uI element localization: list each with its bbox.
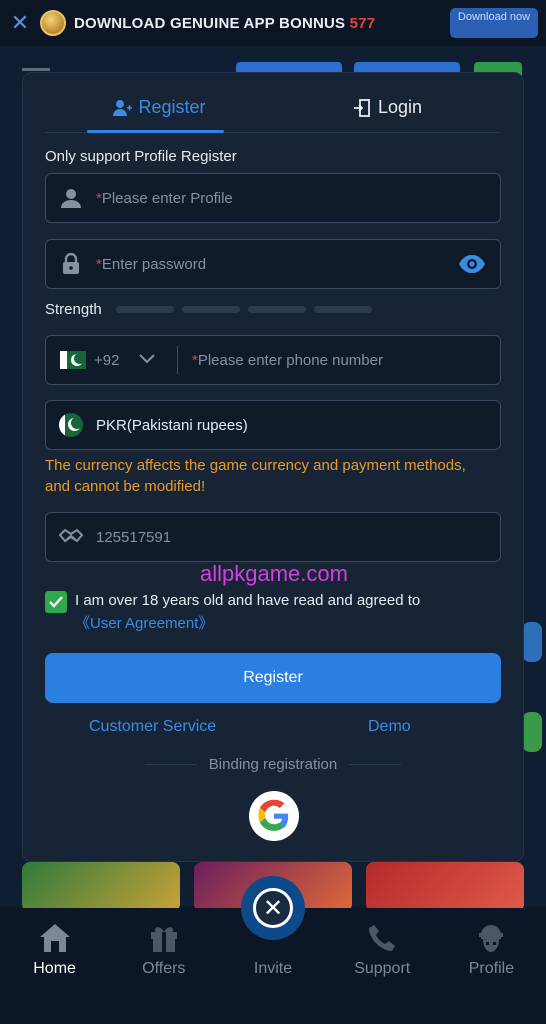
tab-register-label: Register bbox=[138, 97, 206, 117]
register-button[interactable]: Register bbox=[45, 653, 501, 703]
referral-code-value: 125517591 bbox=[96, 528, 172, 546]
currency-select[interactable]: PKR(Pakistani rupees) bbox=[45, 400, 501, 450]
customer-service-link[interactable]: Customer Service bbox=[89, 718, 216, 736]
agreement-row: I am over 18 years old and have read and… bbox=[45, 589, 420, 635]
phone-input[interactable]: *Please enter phone number bbox=[192, 352, 383, 369]
country-code-select[interactable]: +92 bbox=[46, 346, 178, 374]
nav-item-offers[interactable]: Offers bbox=[109, 908, 218, 1024]
currency-warning: The currency affects the game currency a… bbox=[45, 457, 466, 495]
strength-bar bbox=[181, 306, 240, 313]
demo-link[interactable]: Demo bbox=[368, 718, 411, 736]
handshake-icon bbox=[46, 528, 96, 546]
nav-label: Profile bbox=[468, 960, 515, 977]
profile-placeholder-text: Please enter Profile bbox=[101, 189, 233, 207]
close-icon[interactable]: ✕ bbox=[0, 0, 40, 46]
tab-login-label: Login bbox=[377, 97, 423, 117]
login-door-icon bbox=[352, 98, 372, 118]
binding-registration-divider: Binding registration bbox=[133, 756, 413, 773]
game-tile bbox=[366, 862, 524, 912]
binding-registration-label: Binding registration bbox=[208, 756, 338, 773]
watermark-text: allpkgame.com bbox=[200, 561, 348, 586]
password-strength: Strength bbox=[45, 301, 380, 318]
agreement-statement: I am over 18 years old and have read and… bbox=[75, 592, 421, 609]
side-decoration bbox=[522, 622, 542, 662]
profile-icon bbox=[475, 920, 507, 956]
nav-label: Support bbox=[354, 960, 411, 977]
nav-label: Offers bbox=[142, 960, 186, 977]
menu-icon bbox=[22, 68, 50, 71]
profile-placeholder: *Please enter Profile bbox=[96, 190, 233, 207]
register-modal: Register Login Only support Profile Regi… bbox=[22, 72, 524, 862]
pakistan-flag-icon bbox=[60, 351, 86, 369]
password-input[interactable]: *Enter password bbox=[45, 239, 501, 289]
close-icon: ✕ bbox=[253, 888, 293, 928]
strength-bar bbox=[313, 306, 372, 313]
nav-label: Invite bbox=[253, 960, 293, 977]
agreement-checkbox[interactable] bbox=[45, 591, 67, 613]
tab-login[interactable]: Login bbox=[273, 83, 501, 132]
game-tile bbox=[22, 862, 180, 912]
phone-icon bbox=[366, 920, 398, 956]
support-text: Only support Profile Register bbox=[45, 148, 237, 165]
strength-bar bbox=[115, 306, 174, 313]
coin-logo-icon bbox=[40, 10, 66, 36]
chevron-down-icon bbox=[139, 351, 156, 369]
check-icon bbox=[49, 596, 63, 608]
user-icon bbox=[46, 187, 96, 209]
nav-item-support[interactable]: Support bbox=[328, 908, 437, 1024]
strength-bar bbox=[247, 306, 306, 313]
phone-placeholder-text: Please enter phone number bbox=[197, 351, 383, 369]
download-banner: ✕ DOWNLOAD GENUINE APP BONNUS 577 Downlo… bbox=[0, 0, 546, 46]
nav-item-profile[interactable]: Profile bbox=[437, 908, 546, 1024]
tab-register[interactable]: Register bbox=[45, 83, 273, 133]
add-user-icon bbox=[112, 98, 133, 118]
nav-item-home[interactable]: Home bbox=[0, 908, 109, 1024]
divider-line bbox=[145, 764, 197, 765]
profile-input[interactable]: *Please enter Profile bbox=[45, 173, 501, 223]
google-icon bbox=[258, 799, 289, 831]
lock-icon bbox=[46, 253, 96, 275]
currency-value: PKR(Pakistani rupees) bbox=[96, 416, 248, 434]
google-login-button[interactable] bbox=[249, 791, 299, 841]
nav-label: Home bbox=[33, 960, 76, 977]
banner-bonus-number: 577 bbox=[349, 14, 376, 32]
strength-label: Strength bbox=[45, 301, 102, 318]
user-agreement-link[interactable]: 《User Agreement》 bbox=[75, 612, 420, 635]
agreement-text: I am over 18 years old and have read and… bbox=[75, 589, 420, 635]
password-placeholder: *Enter password bbox=[96, 256, 206, 273]
download-now-button[interactable]: Download now bbox=[450, 8, 538, 38]
phone-field: +92 *Please enter phone number bbox=[45, 335, 501, 385]
password-placeholder-text: Enter password bbox=[101, 255, 207, 273]
divider-line bbox=[349, 764, 402, 765]
invite-close-button[interactable]: ✕ bbox=[241, 876, 305, 940]
country-code: +92 bbox=[94, 351, 120, 369]
referral-code-input[interactable]: 125517591 bbox=[45, 512, 501, 562]
banner-title-text: DOWNLOAD GENUINE APP BONNUS bbox=[74, 14, 350, 32]
show-password-eye-icon[interactable] bbox=[458, 253, 486, 280]
home-icon bbox=[38, 920, 72, 956]
side-decoration bbox=[522, 712, 542, 752]
banner-title: DOWNLOAD GENUINE APP BONNUS 577 bbox=[74, 15, 375, 32]
gift-icon bbox=[148, 920, 180, 956]
auth-tabs: Register Login bbox=[45, 83, 501, 133]
pakistan-flag-icon bbox=[46, 413, 96, 437]
